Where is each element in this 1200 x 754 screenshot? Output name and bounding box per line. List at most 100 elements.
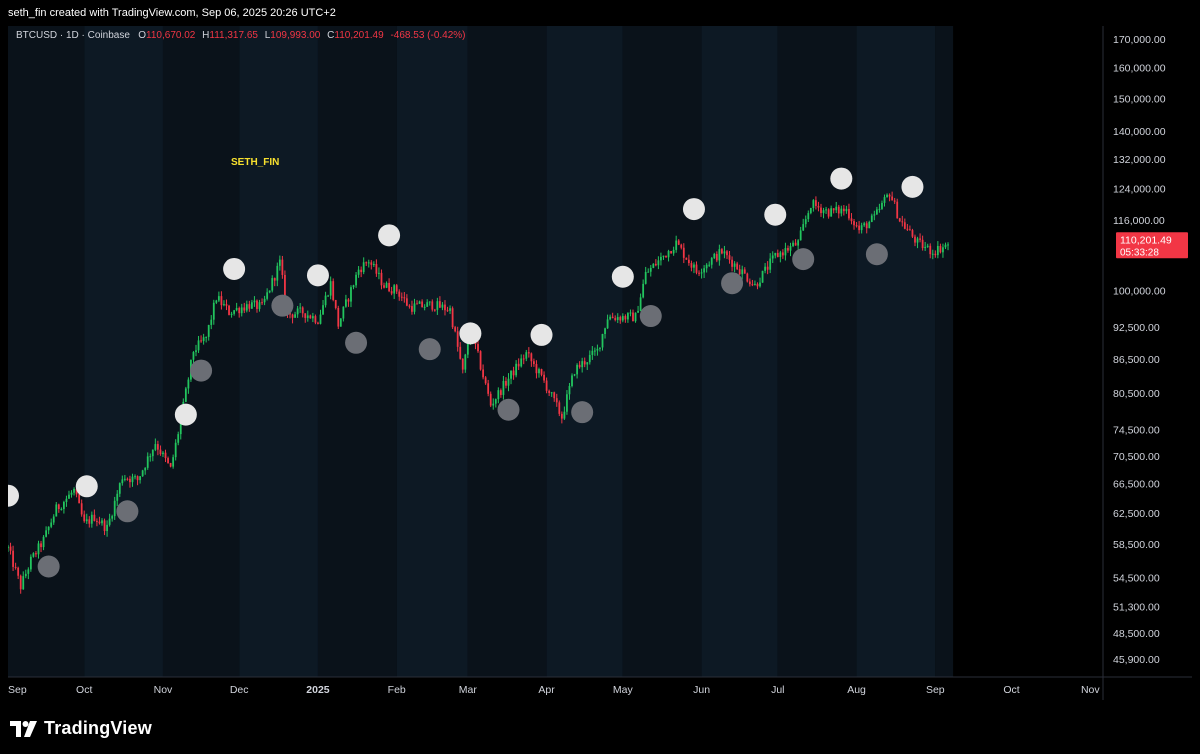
candle-body [563,411,566,419]
candle-body [228,305,230,315]
candle-body [136,476,139,481]
candle-body [911,230,914,237]
month-band [622,26,702,677]
candle-body [687,259,690,264]
candle-body [441,304,444,308]
candle-body [759,282,761,287]
candle-body [436,301,439,310]
candle-body [799,230,802,241]
candle-body [47,526,50,531]
candle-body [797,240,800,246]
candle-body [487,383,490,394]
tradingview-logo[interactable]: TradingView [10,718,152,739]
time-tick-label: Sep [8,684,27,696]
candle-body [197,340,200,351]
month-band [546,26,623,677]
candle-body [660,256,662,261]
swing-high-marker [459,322,482,345]
candle-body [576,364,578,375]
month-band [162,26,240,677]
candle-body [80,503,83,515]
candle-body [802,224,805,231]
candle-body [540,369,543,375]
time-tick-label: Dec [230,684,249,696]
candle-body [530,353,533,362]
candle-body [868,221,871,229]
price-tick-label: 100,000.00 [1113,285,1166,297]
candle-body [909,229,911,231]
last-price-tag: 110,201.4905:33:28 [1116,232,1188,259]
candle-body [606,319,609,329]
candle-body [350,287,352,302]
candle-body [390,291,393,294]
candle-body [728,255,731,260]
time-tick-label: Sep [926,684,945,696]
swing-low-marker [190,359,213,382]
candle-body [70,492,73,495]
time-tick-label: Feb [388,684,406,696]
candle-body [449,308,451,311]
candle-body [690,263,693,268]
candle-body [715,253,718,261]
candle-body [456,331,459,347]
candle-body [134,476,136,478]
candle-body [108,518,111,525]
candle [670,250,672,254]
low-value: 109,993.00 [270,30,321,41]
candle-body [123,478,126,480]
candle [911,228,914,239]
time-tick-label: Nov [154,684,173,696]
candle-body [484,377,487,384]
candle-body [527,352,530,354]
candle-body [507,378,510,386]
candle-body [929,245,932,255]
price-chart[interactable]: 170,000.00 160,000.00 150,000.00 140,000.00… [8,26,1192,700]
candle-body [459,346,462,359]
price-tick-label: 66,500.00 [1113,478,1160,490]
candle-body [533,361,535,365]
candle-body [825,209,827,211]
candle-body [426,302,429,307]
candle-body [794,242,797,246]
candle-body [383,285,385,288]
candle-body [271,278,274,291]
month-band [701,26,778,677]
candle-body [195,350,197,353]
swing-high-marker [223,257,246,280]
swing-high-marker [682,198,705,221]
candle-body [792,242,794,247]
candle-body [807,213,810,220]
candle-body [858,225,861,231]
candle-body [60,508,63,510]
candle-body [52,516,55,523]
candle-body [632,312,634,322]
time-tick-label: Apr [538,684,555,696]
last-price-value: 110,201.49 [1120,234,1172,246]
time-tick-label: May [613,684,634,696]
candle-body [657,260,660,266]
candle-body [914,236,916,243]
candle-body [439,301,441,308]
candle-body [24,573,27,577]
swing-high-marker [530,323,553,346]
candle-body [947,244,949,246]
symbol-label[interactable]: BTCUSD · 1D · Coinbase [16,30,130,41]
candle-body [896,201,899,219]
candle-body [583,361,586,365]
high-value: 111,317.65 [209,30,258,41]
candle-body [893,200,896,202]
candle-body [339,318,342,327]
candle-body [116,493,119,501]
candle-body [588,354,591,363]
price-tick-label: 116,000.00 [1113,215,1165,227]
candle-body [560,413,563,419]
chart-frame[interactable]: 170,000.00 160,000.00 150,000.00 140,000.00… [8,26,1192,700]
candle-body [207,324,210,337]
candle-body [88,519,91,524]
candle-body [367,262,370,264]
close-value: 110,201.49 [334,30,384,41]
candle-body [256,300,258,309]
candle-body [230,313,233,315]
candle-body [619,317,622,321]
candle-body [771,255,774,259]
